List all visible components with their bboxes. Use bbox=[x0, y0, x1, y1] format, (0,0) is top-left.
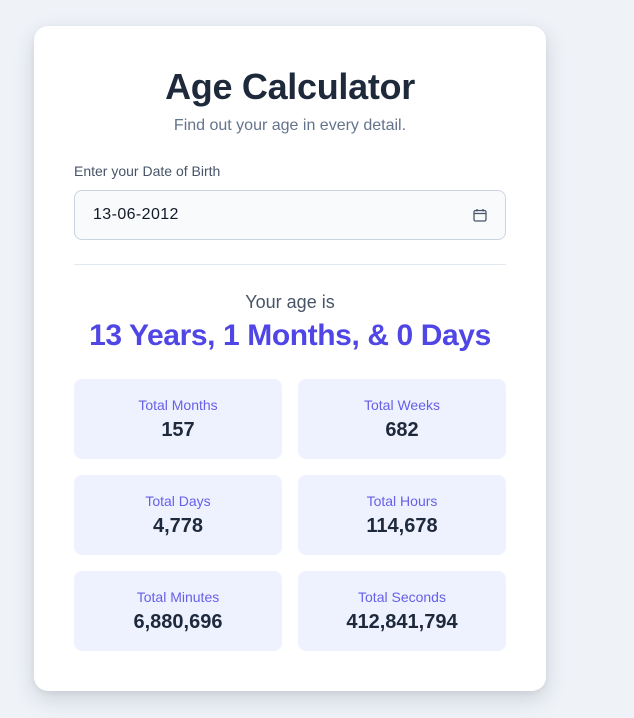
stat-label: Total Hours bbox=[366, 493, 438, 509]
stat-total-seconds: Total Seconds 412,841,794 bbox=[298, 571, 506, 651]
stat-value: 682 bbox=[385, 419, 419, 441]
page-subtitle: Find out your age in every detail. bbox=[173, 117, 407, 134]
stat-total-months: Total Months 157 bbox=[74, 379, 282, 459]
page-title: Age Calculator bbox=[165, 66, 415, 107]
age-label: Your age is bbox=[245, 292, 335, 312]
stat-label: Total Days bbox=[145, 493, 211, 509]
section-divider bbox=[74, 264, 506, 265]
dob-date-value[interactable]: 13-06-2012 bbox=[93, 206, 179, 224]
stat-value: 114,678 bbox=[366, 515, 438, 537]
stat-value: 6,880,696 bbox=[133, 611, 223, 633]
dob-date-input[interactable]: 13-06-2012 bbox=[74, 190, 506, 240]
stat-label: Total Months bbox=[138, 397, 218, 413]
calendar-icon[interactable] bbox=[473, 208, 487, 222]
stat-total-hours: Total Hours 114,678 bbox=[298, 475, 506, 555]
calculator-card: Age Calculator Find out your age in ever… bbox=[34, 26, 546, 691]
stat-value: 157 bbox=[161, 419, 195, 441]
stat-value: 412,841,794 bbox=[346, 611, 458, 633]
stat-total-weeks: Total Weeks 682 bbox=[298, 379, 506, 459]
stat-label: Total Minutes bbox=[136, 589, 220, 605]
stat-total-minutes: Total Minutes 6,880,696 bbox=[74, 571, 282, 651]
stat-total-days: Total Days 4,778 bbox=[74, 475, 282, 555]
age-summary: 13 Years, 1 Months, & 0 Days bbox=[89, 319, 491, 352]
stat-value: 4,778 bbox=[152, 515, 204, 537]
stats-grid: Total Months 157 Total Weeks 682 Total D… bbox=[74, 379, 506, 651]
stat-label: Total Weeks bbox=[364, 397, 440, 413]
stat-label: Total Seconds bbox=[358, 589, 446, 605]
dob-label: Enter your Date of Birth bbox=[74, 163, 221, 179]
